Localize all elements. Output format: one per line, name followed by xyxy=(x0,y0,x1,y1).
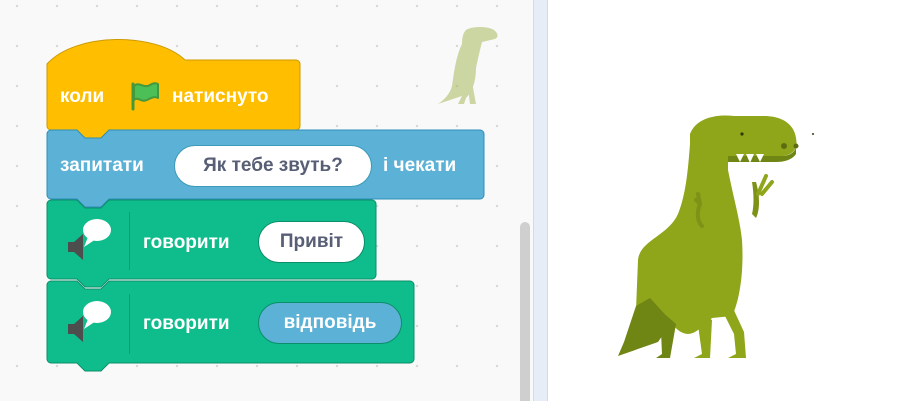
speak-label: говорити xyxy=(143,313,230,334)
ask-label: запитати xyxy=(60,155,144,176)
speak-label: говорити xyxy=(143,232,230,253)
code-area-scrollbar[interactable] xyxy=(520,222,530,401)
when-label: коли xyxy=(60,86,105,107)
text-to-speech-icon xyxy=(68,301,111,342)
clicked-label: натиснуто xyxy=(172,86,269,107)
pane-divider xyxy=(533,0,548,401)
dinosaur-sprite-icon xyxy=(438,27,498,104)
extension-separator xyxy=(129,212,130,270)
answer-reporter[interactable]: відповідь xyxy=(258,302,402,344)
extension-separator xyxy=(129,294,130,354)
stage[interactable] xyxy=(548,0,900,401)
text-to-speech-icon xyxy=(68,219,111,260)
green-flag-icon xyxy=(131,82,159,111)
question-input[interactable]: Як тебе звуть? xyxy=(174,145,372,187)
code-area[interactable]: коли натиснуто запитати Як тебе звуть? і… xyxy=(0,0,533,401)
speak-text-input[interactable]: Привіт xyxy=(258,221,365,263)
dinosaur-sprite-icon[interactable] xyxy=(616,110,826,360)
and-wait-label: і чекати xyxy=(383,155,457,176)
